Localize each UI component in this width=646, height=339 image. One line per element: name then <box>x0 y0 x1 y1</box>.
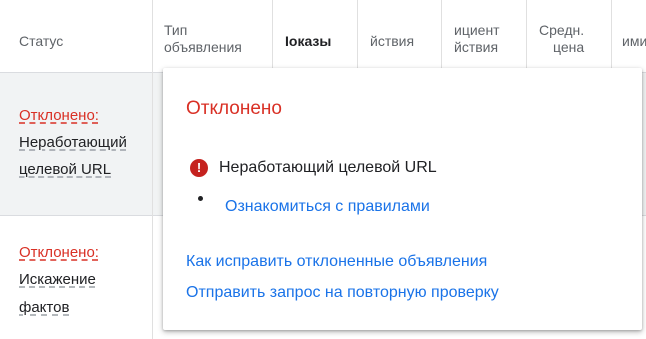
column-header-ad-type[interactable]: Тип объявления <box>153 0 272 72</box>
error-icon: ! <box>190 159 208 177</box>
column-header-interactions[interactable]: йствия <box>358 0 441 72</box>
column-divider <box>272 0 273 72</box>
bullet-icon <box>198 196 203 201</box>
column-divider <box>357 0 358 72</box>
disapproval-reason: Неработающий целевой URL <box>219 159 437 176</box>
popup-title: Отклонено <box>186 98 282 119</box>
column-header-cost[interactable]: ими <box>612 0 646 72</box>
status-rejected-label[interactable]: Отклонено: <box>19 244 99 261</box>
column-header-label: йствия <box>370 33 415 49</box>
status-rejected-label[interactable]: Отклонено: <box>19 107 99 124</box>
column-header-label: ими <box>622 33 646 49</box>
table-row[interactable]: Отклонено: Неработающий целевой URL <box>0 73 152 216</box>
column-divider <box>441 0 442 72</box>
status-reason-line[interactable]: Искажение <box>19 271 96 288</box>
disapproval-popup: Отклонено ! Неработающий целевой URL Озн… <box>163 68 642 330</box>
fix-disapproved-ads-link[interactable]: Как исправить отклоненные объявления <box>186 253 487 271</box>
status-reason-line[interactable]: целевой URL <box>19 161 111 178</box>
column-header-avg-cost[interactable]: Средн. цена <box>527 0 611 72</box>
column-divider <box>526 0 527 72</box>
column-header-interaction-rate[interactable]: ициент йствия <box>442 0 526 72</box>
column-header-label: Тип объявления <box>164 22 242 55</box>
column-divider <box>611 0 612 72</box>
request-review-link[interactable]: Отправить запрос на повторную проверку <box>186 284 499 302</box>
column-header-status[interactable]: Статус <box>0 0 152 72</box>
column-header-impressions[interactable]: Iоказы <box>273 0 357 72</box>
column-header-label: ициент йствия <box>454 22 500 55</box>
column-header-label: Средн. цена <box>539 22 585 55</box>
table-row[interactable]: Отклонено: Искажение фактов <box>0 216 152 339</box>
policy-link[interactable]: Ознакомиться с правилами <box>225 198 430 216</box>
status-reason-line[interactable]: Неработающий <box>19 134 127 151</box>
column-header-label: Iоказы <box>285 33 332 49</box>
column-header-label: Статус <box>19 33 64 49</box>
status-reason-line[interactable]: фактов <box>19 299 69 316</box>
